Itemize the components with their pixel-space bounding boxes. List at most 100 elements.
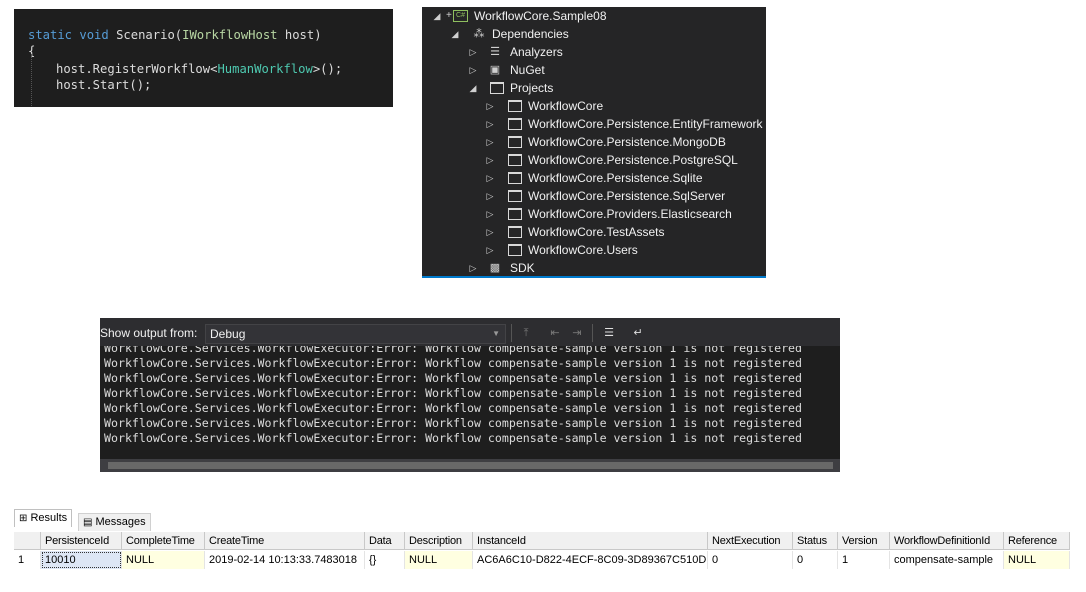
table-cell[interactable]: 10010 bbox=[41, 551, 122, 569]
project-ref-label: WorkflowCore.Persistence.Sqlite bbox=[528, 171, 703, 185]
nuget-icon: ▣ bbox=[489, 64, 501, 76]
table-cell[interactable]: NULL bbox=[1004, 551, 1070, 569]
next-message-icon[interactable]: ⇥ bbox=[569, 325, 585, 341]
expanded-arrow-icon[interactable]: ◢ bbox=[451, 25, 459, 43]
project-reference-icon bbox=[508, 190, 522, 202]
code-editor[interactable]: static void Scenario(IWorkflowHost host)… bbox=[14, 9, 393, 107]
collapsed-arrow-icon[interactable]: ▷ bbox=[486, 133, 494, 151]
column-header[interactable]: Version bbox=[838, 532, 890, 550]
previous-message-icon[interactable]: ⇤ bbox=[547, 325, 563, 341]
scrollbar-thumb[interactable] bbox=[108, 462, 833, 469]
tree-node-project-ref[interactable]: ▷ WorkflowCore.Users bbox=[422, 241, 766, 259]
find-message-icon[interactable]: ⤒ bbox=[518, 325, 534, 341]
collapsed-arrow-icon[interactable]: ▷ bbox=[486, 97, 494, 115]
column-header[interactable]: Reference bbox=[1004, 532, 1070, 550]
output-window: Show output from: Debug ▼ ⤒ ⇤ ⇥ ☰ ↵ Work… bbox=[100, 318, 840, 472]
tree-node-project-ref[interactable]: ▷ WorkflowCore.Persistence.Sqlite bbox=[422, 169, 766, 187]
collapsed-arrow-icon[interactable]: ▷ bbox=[486, 223, 494, 241]
toolbar-separator bbox=[511, 324, 512, 342]
output-line: WorkflowCore.Services.WorkflowExecutor:E… bbox=[104, 371, 803, 385]
table-cell[interactable]: 0 bbox=[708, 551, 793, 569]
collapsed-arrow-icon[interactable]: ▷ bbox=[469, 43, 477, 61]
column-header[interactable]: Status bbox=[793, 532, 838, 550]
project-ref-label: WorkflowCore.Persistence.MongoDB bbox=[528, 135, 726, 149]
dependencies-label: Dependencies bbox=[492, 27, 569, 41]
register-call-end: >(); bbox=[312, 62, 343, 76]
expanded-arrow-icon[interactable]: ◢ bbox=[433, 7, 441, 25]
word-wrap-icon[interactable]: ↵ bbox=[630, 325, 646, 341]
workflow-type: HumanWorkflow bbox=[217, 62, 313, 76]
project-ref-label: WorkflowCore.Users bbox=[528, 243, 638, 257]
tree-node-project-ref[interactable]: ▷ WorkflowCore.Persistence.MongoDB bbox=[422, 133, 766, 151]
analyzer-icon: ☰ bbox=[490, 46, 500, 58]
code-line-4: host.Start(); bbox=[56, 78, 152, 92]
show-output-label: Show output from: bbox=[100, 326, 198, 340]
tree-node-project-ref[interactable]: ▷ WorkflowCore.Providers.Elasticsearch bbox=[422, 205, 766, 223]
table-cell[interactable]: 1 bbox=[838, 551, 890, 569]
collapsed-arrow-icon[interactable]: ▷ bbox=[486, 241, 494, 259]
tree-node-sdk[interactable]: ▷ ▩ SDK bbox=[422, 259, 766, 277]
clear-all-icon[interactable]: ☰ bbox=[601, 325, 617, 341]
output-line: WorkflowCore.Services.WorkflowExecutor:E… bbox=[104, 431, 803, 445]
tab-results-label: Results bbox=[30, 512, 68, 524]
column-header[interactable]: WorkflowDefinitionId bbox=[890, 532, 1004, 550]
csharp-project-icon: C# bbox=[453, 10, 468, 22]
collapsed-arrow-icon[interactable]: ▷ bbox=[486, 205, 494, 223]
tab-messages-label: Messages bbox=[95, 516, 146, 528]
column-header[interactable]: Description bbox=[405, 532, 473, 550]
tab-results[interactable]: ⊞ Results bbox=[14, 509, 73, 527]
column-header[interactable]: CompleteTime bbox=[122, 532, 205, 550]
table-cell[interactable]: AC6A6C10-D822-4ECF-8C09-3D89367C510D bbox=[473, 551, 708, 569]
project-ref-label: WorkflowCore.TestAssets bbox=[528, 225, 665, 239]
tree-node-projects[interactable]: ◢ Projects bbox=[422, 79, 766, 97]
output-text-area[interactable]: WorkflowCore.Services.WorkflowExecutor:E… bbox=[100, 346, 840, 459]
project-reference-icon bbox=[508, 208, 522, 220]
column-header[interactable]: NextExecution bbox=[708, 532, 793, 550]
keyword-static: static bbox=[28, 28, 73, 42]
tab-messages[interactable]: ▤ Messages bbox=[78, 513, 151, 531]
tree-node-project[interactable]: ◢ + C# WorkflowCore.Sample08 bbox=[422, 7, 766, 25]
project-reference-icon bbox=[508, 100, 522, 112]
table-cell[interactable]: NULL bbox=[122, 551, 205, 569]
toolbar-separator bbox=[592, 324, 593, 342]
table-cell[interactable]: 0 bbox=[793, 551, 838, 569]
project-reference-icon bbox=[508, 226, 522, 238]
column-header[interactable]: PersistenceId bbox=[41, 532, 122, 550]
collapsed-arrow-icon[interactable]: ▷ bbox=[469, 61, 477, 79]
sdk-label: SDK bbox=[510, 261, 535, 275]
collapsed-arrow-icon[interactable]: ▷ bbox=[486, 187, 494, 205]
code-line-1: static void Scenario(IWorkflowHost host) bbox=[28, 27, 322, 43]
table-cell[interactable]: compensate-sample bbox=[890, 551, 1004, 569]
sdk-icon: ▩ bbox=[489, 262, 501, 274]
tree-node-project-ref[interactable]: ▷ WorkflowCore.Persistence.EntityFramewo… bbox=[422, 115, 766, 133]
table-cell[interactable]: NULL bbox=[405, 551, 473, 569]
solution-explorer: ◢ + C# WorkflowCore.Sample08 ◢ ⁂ Depende… bbox=[422, 7, 766, 278]
output-source-select[interactable]: Debug ▼ bbox=[205, 324, 506, 344]
column-header[interactable]: CreateTime bbox=[205, 532, 365, 550]
tree-node-project-ref[interactable]: ▷ WorkflowCore bbox=[422, 97, 766, 115]
project-ref-label: WorkflowCore.Persistence.PostgreSQL bbox=[528, 153, 738, 167]
row-number[interactable]: 1 bbox=[14, 551, 41, 569]
collapsed-arrow-icon[interactable]: ▷ bbox=[486, 169, 494, 187]
tree-node-nuget[interactable]: ▷ ▣ NuGet bbox=[422, 61, 766, 79]
column-header[interactable]: Data bbox=[365, 532, 405, 550]
horizontal-scrollbar[interactable] bbox=[100, 459, 840, 472]
tree-node-project-ref[interactable]: ▷ WorkflowCore.Persistence.PostgreSQL bbox=[422, 151, 766, 169]
column-header[interactable]: InstanceId bbox=[473, 532, 708, 550]
tree-node-dependencies[interactable]: ◢ ⁂ Dependencies bbox=[422, 25, 766, 43]
expanded-arrow-icon[interactable]: ◢ bbox=[469, 79, 477, 97]
chevron-down-icon: ▼ bbox=[492, 329, 500, 338]
tree-node-project-ref[interactable]: ▷ WorkflowCore.Persistence.SqlServer bbox=[422, 187, 766, 205]
table-cell[interactable]: {} bbox=[365, 551, 405, 569]
parameter-text: host) bbox=[277, 28, 322, 42]
collapsed-arrow-icon[interactable]: ▷ bbox=[486, 115, 494, 133]
collapsed-arrow-icon[interactable]: ▷ bbox=[469, 259, 477, 277]
output-line: WorkflowCore.Services.WorkflowExecutor:E… bbox=[104, 346, 803, 355]
table-cell[interactable]: 2019-02-14 10:13:33.7483018 bbox=[205, 551, 365, 569]
plus-icon: + bbox=[446, 10, 452, 21]
dependencies-icon: ⁂ bbox=[473, 28, 485, 40]
tree-node-analyzers[interactable]: ▷ ☰ Analyzers bbox=[422, 43, 766, 61]
output-lines: WorkflowCore.Services.WorkflowExecutor:E… bbox=[104, 346, 802, 446]
tree-node-project-ref[interactable]: ▷ WorkflowCore.TestAssets bbox=[422, 223, 766, 241]
collapsed-arrow-icon[interactable]: ▷ bbox=[486, 151, 494, 169]
